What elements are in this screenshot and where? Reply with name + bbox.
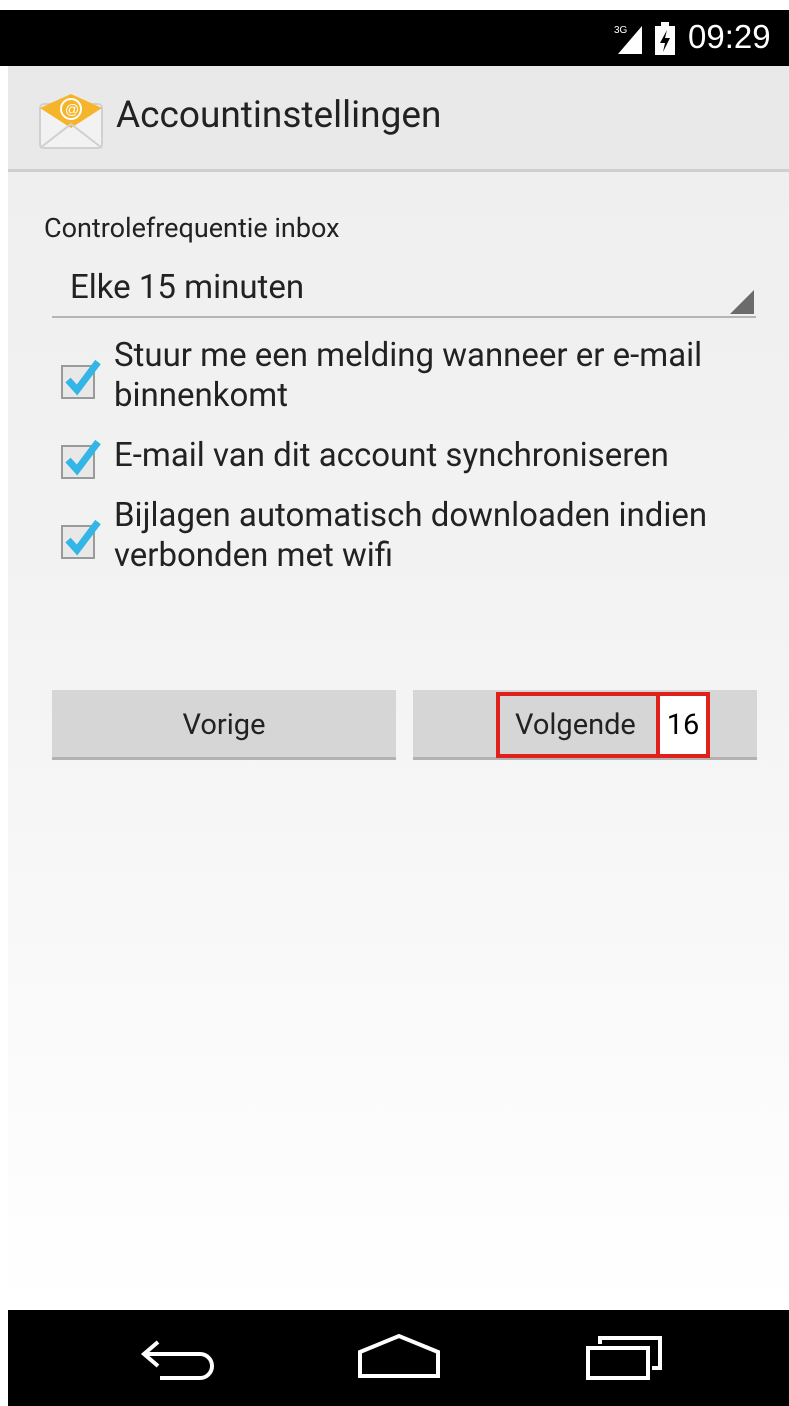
battery-icon <box>655 22 675 55</box>
navigation-bar <box>8 1310 789 1406</box>
back-icon[interactable] <box>140 1332 224 1382</box>
next-button-label: Volgende <box>515 708 636 742</box>
clock: 09:29 <box>688 18 771 55</box>
sync-checkbox-label: E-mail van dit account synchroniseren <box>114 436 669 475</box>
frequency-label: Controlefrequentie inbox <box>44 212 340 244</box>
recents-icon[interactable] <box>582 1332 666 1382</box>
action-bar: @ Accountinstellingen <box>8 66 789 172</box>
notify-checkbox-label: Stuur me een melding wanneer er e-mail b… <box>114 336 703 415</box>
svg-text:3G: 3G <box>614 25 628 36</box>
attachments-checkbox-label: Bijlagen automatisch downloaden indien v… <box>114 496 708 575</box>
step-number-badge: 16 <box>656 692 710 758</box>
previous-button[interactable]: Vorige <box>52 690 396 760</box>
previous-button-label: Vorige <box>182 708 266 742</box>
email-app-icon: @ <box>39 94 103 149</box>
content-area: Controlefrequentie inbox Elke 15 minuten… <box>8 172 789 1310</box>
screen: 3G 09:29 @ Accountinstellingen Controlef… <box>0 0 789 1406</box>
page-title: Accountinstellingen <box>116 94 442 137</box>
dropdown-triangle-icon <box>730 290 754 314</box>
checkbox-checked-icon[interactable] <box>60 438 102 480</box>
sync-checkbox-row[interactable]: E-mail van dit account synchroniseren <box>58 436 758 480</box>
checkbox-checked-icon[interactable] <box>60 358 102 400</box>
attachments-checkbox-row[interactable]: Bijlagen automatisch downloaden indien v… <box>58 496 758 580</box>
notify-checkbox-row[interactable]: Stuur me een melding wanneer er e-mail b… <box>58 336 758 420</box>
status-bar: 3G 09:29 <box>0 10 789 66</box>
svg-text:@: @ <box>65 101 79 117</box>
home-icon[interactable] <box>354 1332 444 1382</box>
checkbox-checked-icon[interactable] <box>60 518 102 560</box>
frequency-value: Elke 15 minuten <box>70 268 305 307</box>
signal-icon: 3G <box>614 25 642 54</box>
frequency-dropdown[interactable]: Elke 15 minuten <box>52 258 756 318</box>
